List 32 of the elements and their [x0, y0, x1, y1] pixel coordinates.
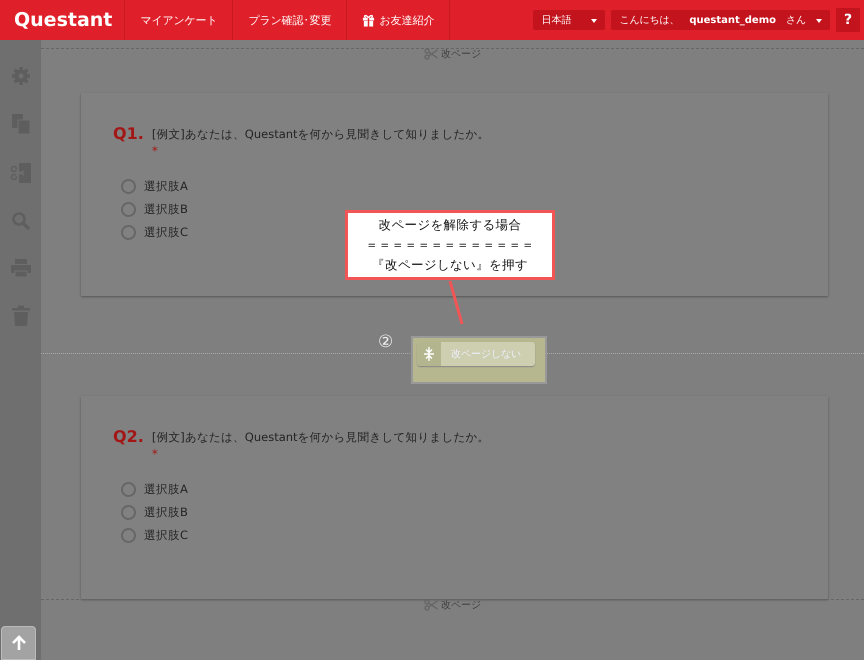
- step-marker: ②: [378, 332, 394, 352]
- page-break-label: 改ページ: [441, 48, 481, 60]
- logo[interactable]: Questant: [12, 8, 114, 32]
- gift-icon: [362, 14, 376, 26]
- up-arrow-icon: [10, 635, 26, 651]
- question-number: Q1.: [113, 123, 144, 145]
- radio-button[interactable]: [121, 482, 136, 497]
- question-text: [例文]あなたは、Questantを何から見聞きして知りましたか。: [152, 126, 490, 143]
- required-mark: *: [152, 448, 158, 460]
- radio-button[interactable]: [121, 225, 136, 240]
- option-label: 選択肢C: [144, 225, 188, 240]
- question-number: Q2.: [113, 426, 144, 448]
- option-label: 選択肢B: [144, 505, 188, 520]
- nav-link[interactable]: お友達紹介: [346, 0, 450, 40]
- language-dropdown[interactable]: 日本語: [533, 10, 606, 30]
- scroll-top-button[interactable]: [1, 626, 36, 660]
- nav-link[interactable]: マイアンケート: [124, 0, 232, 40]
- nav-link[interactable]: プラン確認･変更: [232, 0, 346, 40]
- option-label: 選択肢C: [144, 528, 188, 543]
- question-text: [例文]あなたは、Questantを何から見聞きして知りましたか。: [152, 429, 490, 446]
- option-label: 選択肢B: [144, 202, 188, 217]
- radio-button[interactable]: [121, 528, 136, 543]
- merge-icon: [417, 342, 441, 366]
- radio-button[interactable]: [121, 505, 136, 520]
- radio-button[interactable]: [121, 179, 136, 194]
- option-label: 選択肢A: [144, 179, 188, 194]
- radio-button[interactable]: [121, 202, 136, 217]
- help-button[interactable]: ?: [836, 8, 860, 32]
- annotation-callout: 改ページを解除する場合 ＝＝＝＝＝＝＝＝＝＝＝＝＝ 『改ページしない』を押す: [345, 210, 555, 280]
- page-break-label: 改ページ: [441, 600, 481, 610]
- required-mark: *: [152, 145, 158, 157]
- option-label: 選択肢A: [144, 482, 188, 497]
